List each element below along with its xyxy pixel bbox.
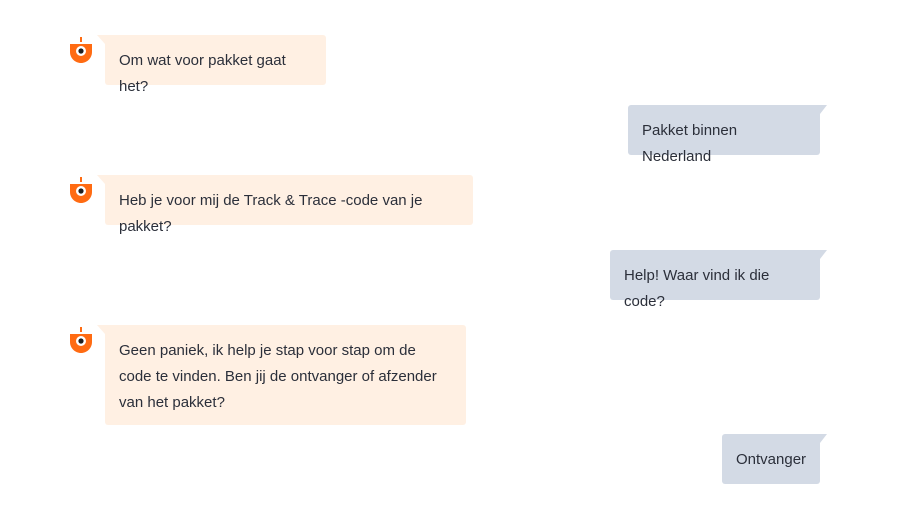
bot-message-bubble: Om wat voor pakket gaat het? bbox=[97, 35, 326, 95]
user-message-text: Help! Waar vind ik die code? bbox=[624, 267, 770, 310]
robot-avatar-icon bbox=[70, 37, 92, 63]
bot-message-bubble: Heb je voor mij de Track & Trace -code v… bbox=[97, 175, 473, 235]
bot-message-text: Geen paniek, ik help je stap voor stap o… bbox=[119, 342, 437, 411]
chat-transcript: Om wat voor pakket gaat het? Pakket binn… bbox=[0, 0, 920, 518]
bot-message-bubble: Geen paniek, ik help je stap voor stap o… bbox=[97, 325, 466, 425]
bot-message-text: Heb je voor mij de Track & Trace -code v… bbox=[119, 192, 423, 235]
user-message-text: Ontvanger bbox=[736, 451, 807, 468]
user-message-bubble: Pakket binnen Nederland bbox=[628, 105, 827, 165]
robot-avatar-icon bbox=[70, 327, 92, 353]
user-message-bubble: Ontvanger bbox=[722, 434, 827, 484]
user-message-text: Pakket binnen Nederland bbox=[642, 122, 738, 165]
robot-avatar-icon bbox=[70, 177, 92, 203]
user-message-bubble: Help! Waar vind ik die code? bbox=[610, 250, 827, 310]
bot-message-text: Om wat voor pakket gaat het? bbox=[119, 52, 286, 95]
